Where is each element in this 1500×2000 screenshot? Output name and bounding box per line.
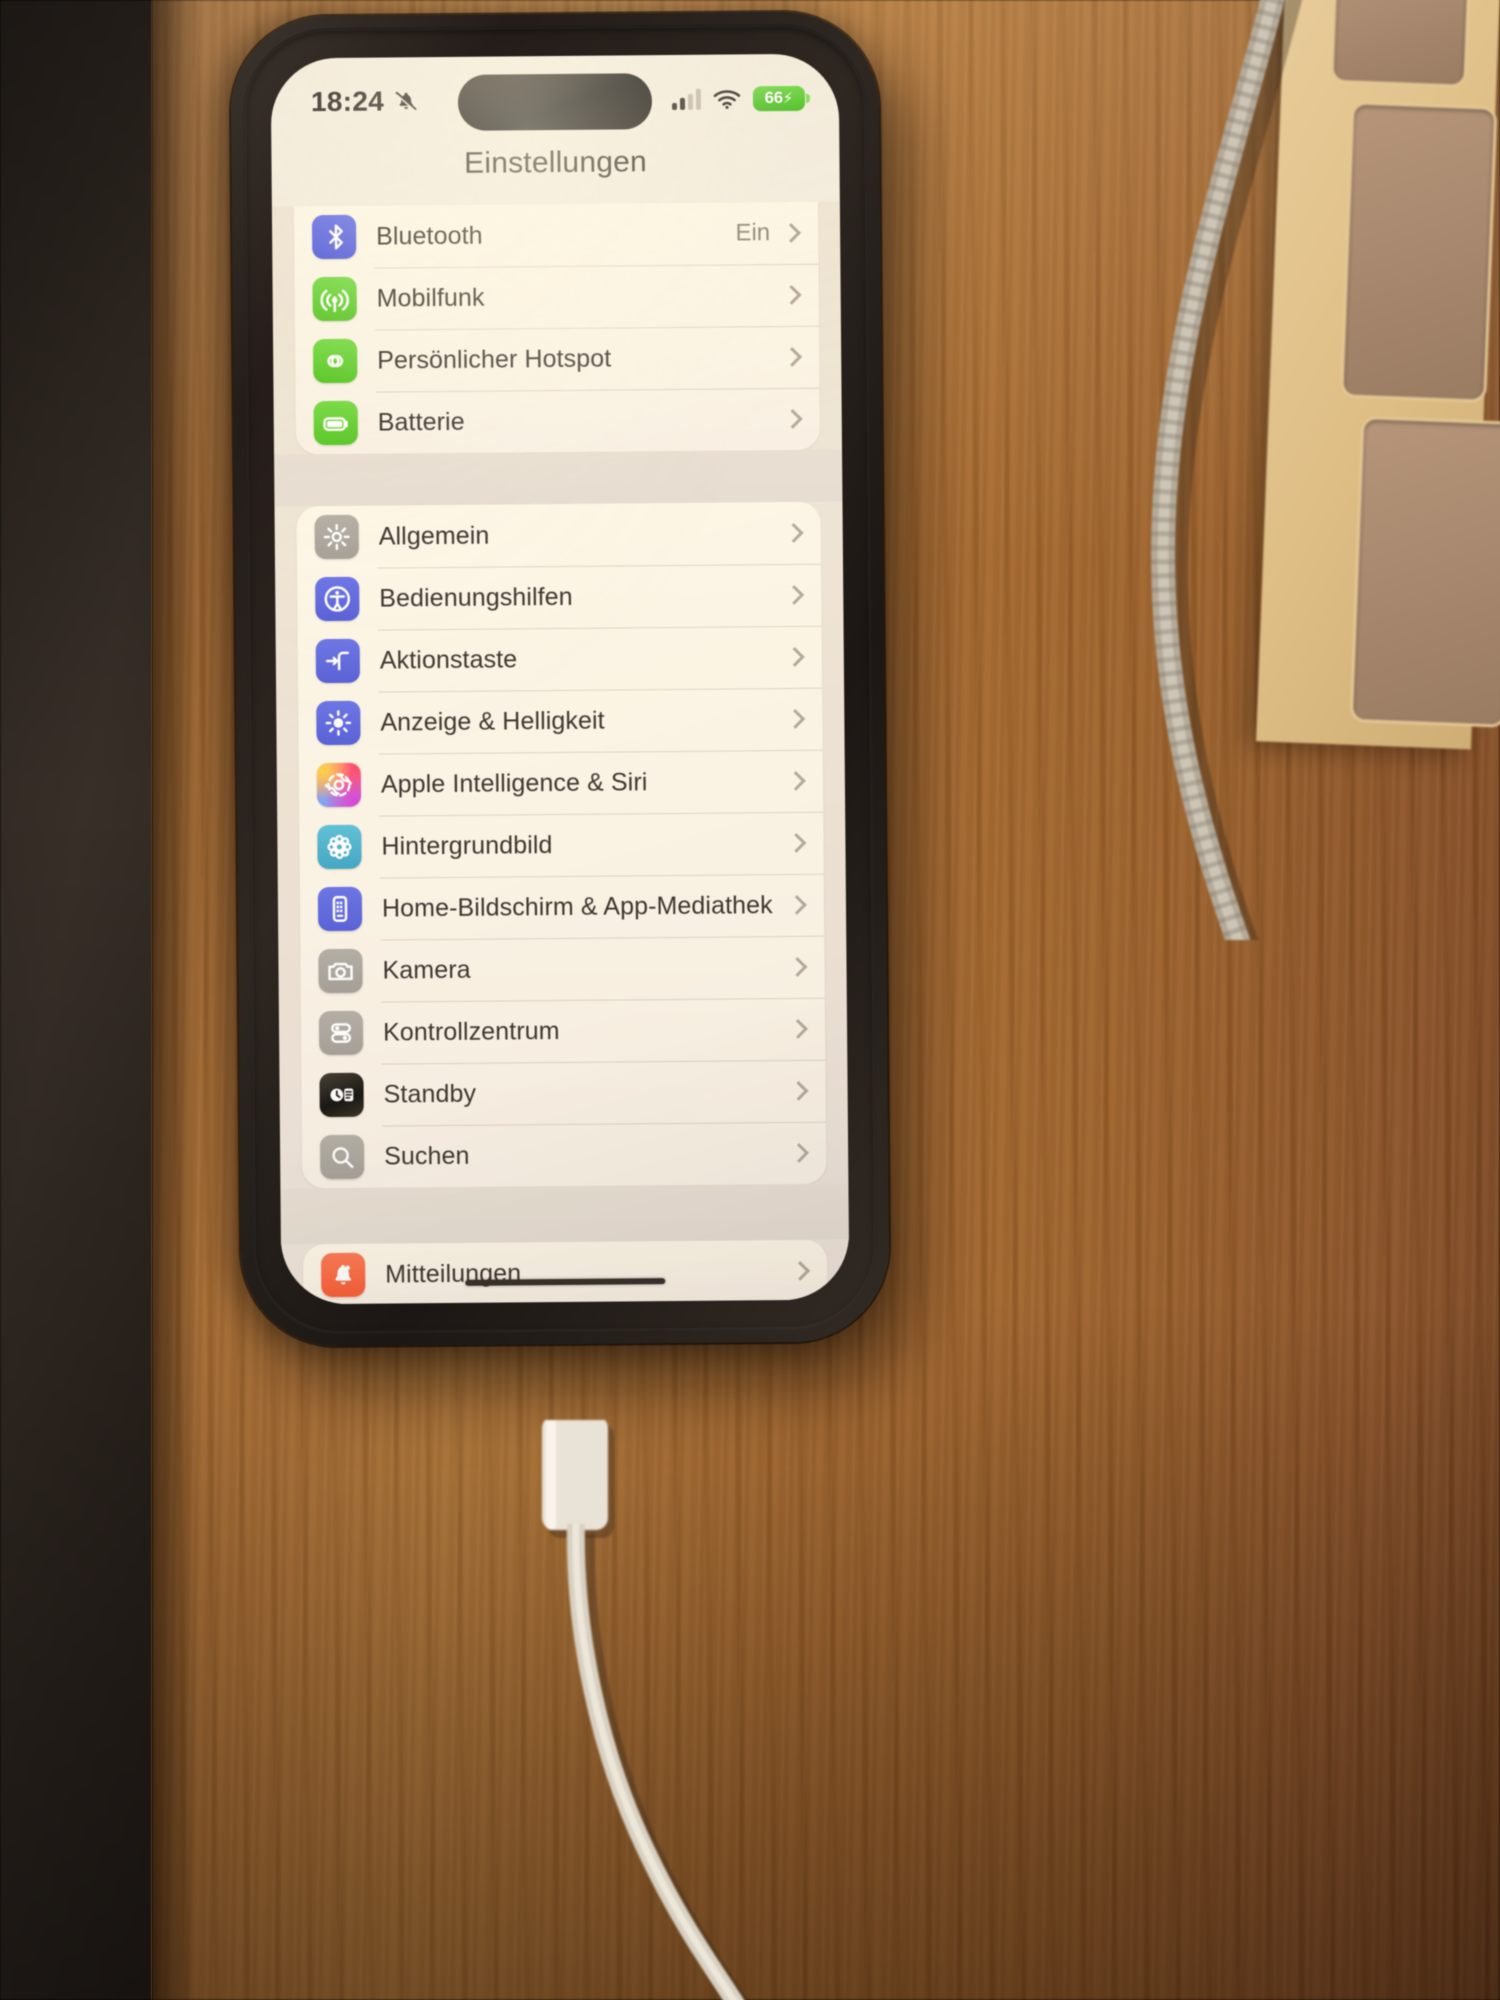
settings-row-label: Anzeige & Helligkeit <box>380 706 605 737</box>
wifi-icon <box>713 90 741 109</box>
camera-icon <box>318 948 363 994</box>
group-separator <box>280 1183 849 1245</box>
settings-row-label: Apple Intelligence & Siri <box>380 767 648 799</box>
chevron-right-icon <box>785 771 806 791</box>
bell-slash-icon <box>395 91 417 112</box>
settings-row[interactable]: Anzeige & Helligkeit <box>298 688 823 755</box>
phone-screen[interactable]: 18:24 66 ⚡ Einstellungen Bluetooth Ein M… <box>270 53 850 1305</box>
settings-list[interactable]: Bluetooth Ein Mobilfunk Persönlicher Hotspo… <box>271 201 850 1305</box>
settings-row-label: Bluetooth <box>376 221 483 251</box>
laptop-keyboard <box>1255 0 1500 750</box>
standby-icon <box>319 1072 364 1118</box>
settings-group-system: Allgemein Bedienungshilfen Aktionstaste Anz… <box>296 501 827 1189</box>
gear-icon <box>314 514 359 560</box>
settings-group-connectivity: Bluetooth Ein Mobilfunk Persönlicher Hotspo… <box>293 201 821 455</box>
settings-row-label: Kamera <box>382 955 471 985</box>
status-time: 18:24 <box>310 85 385 118</box>
settings-row[interactable]: Hintergrundbild <box>299 812 824 879</box>
settings-row-label: Persönlicher Hotspot <box>377 344 612 375</box>
settings-row[interactable]: Kontrollzentrum <box>301 998 826 1065</box>
settings-group-notifications: Mitteilungen <box>302 1239 828 1305</box>
settings-row[interactable]: Mitteilungen <box>303 1240 828 1305</box>
battery-percent: 66 <box>764 88 783 108</box>
status-bar-right: 66 ⚡ <box>671 85 806 111</box>
settings-row[interactable]: Batterie <box>295 388 820 455</box>
settings-row-label: Batterie <box>377 407 465 437</box>
settings-row-label: Mobilfunk <box>376 283 485 313</box>
status-bar-left: 18:24 <box>311 85 419 118</box>
cellular-icon <box>312 276 357 322</box>
settings-row[interactable]: Allgemein <box>296 502 821 569</box>
settings-row-label: Bedienungshilfen <box>379 582 573 613</box>
settings-row-label: Kontrollzentrum <box>382 1016 560 1047</box>
action-button-icon <box>315 638 361 684</box>
search-icon <box>319 1134 365 1180</box>
notifications-bell-icon <box>321 1252 366 1298</box>
settings-row[interactable]: Aktionstaste <box>298 626 823 693</box>
settings-row[interactable]: Persönlicher Hotspot <box>295 326 820 393</box>
bluetooth-icon <box>311 214 357 260</box>
siri-icon <box>316 762 362 808</box>
settings-row[interactable]: Apple Intelligence & Siri <box>299 750 824 817</box>
settings-row[interactable]: Kamera <box>300 936 825 1003</box>
cellular-bars-icon <box>671 88 702 110</box>
brightness-icon <box>316 700 361 746</box>
wallpaper-icon <box>317 824 362 870</box>
settings-row-label: Hintergrundbild <box>381 830 553 861</box>
settings-row-label: Home-Bildschirm & App-Mediathek <box>381 890 773 923</box>
group-separator <box>274 449 843 507</box>
keyboard-key <box>1352 419 1500 725</box>
settings-row[interactable]: Suchen <box>302 1122 827 1189</box>
settings-row-label: Standby <box>383 1079 477 1109</box>
home-screen-icon <box>317 886 363 932</box>
settings-row-label: Allgemein <box>378 521 490 551</box>
battery-icon <box>313 400 358 446</box>
settings-row-label: Suchen <box>384 1141 470 1171</box>
keyboard-key <box>1333 0 1469 85</box>
settings-row[interactable]: Standby <box>301 1060 826 1127</box>
settings-row[interactable]: Bedienungshilfen <box>297 564 822 631</box>
chevron-right-icon <box>781 223 802 243</box>
dynamic-island <box>457 73 653 131</box>
hotspot-icon <box>313 338 358 384</box>
dark-surface <box>0 0 152 2000</box>
accessibility-icon <box>315 576 360 622</box>
settings-row[interactable]: Mobilfunk <box>294 264 819 331</box>
bolt-icon: ⚡ <box>782 89 794 108</box>
page-title: Einstellungen <box>463 145 647 180</box>
keyboard-key <box>1343 104 1495 400</box>
iphone-device: 18:24 66 ⚡ Einstellungen Bluetooth Ein M… <box>230 11 890 1347</box>
settings-row-label: Aktionstaste <box>379 644 518 675</box>
control-center-icon <box>318 1010 364 1056</box>
settings-row[interactable]: Home-Bildschirm & App-Mediathek <box>300 874 825 941</box>
settings-row[interactable]: Bluetooth Ein <box>294 202 819 269</box>
settings-row-value: Ein <box>735 219 771 247</box>
battery-indicator: 66 ⚡ <box>752 85 806 111</box>
